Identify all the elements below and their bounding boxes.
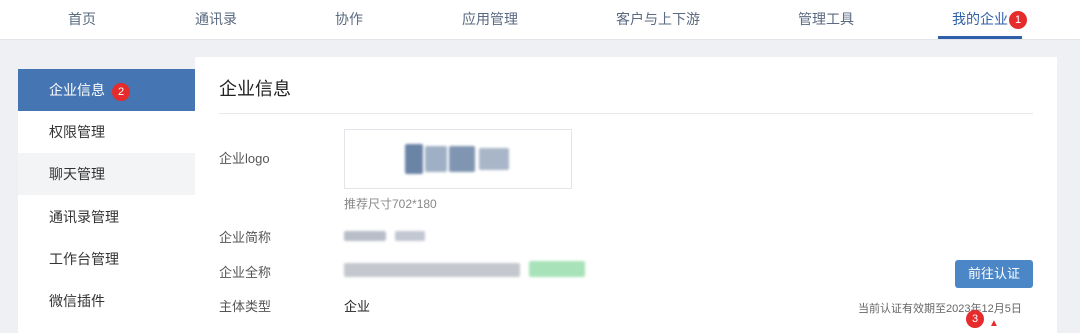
logo-image-blurred (405, 144, 423, 174)
sidebar-item-label: 企业信息 (49, 82, 105, 98)
sidebar-item-permissions[interactable]: 权限管理 (18, 111, 195, 153)
nav-item-management-tools[interactable]: 管理工具 (794, 0, 858, 40)
top-nav: 首页 通讯录 协作 应用管理 客户与上下游 管理工具 我的企业 1 (0, 0, 1080, 40)
full-name-label: 企业全称 (219, 265, 272, 280)
nav-item-my-enterprise[interactable]: 我的企业 (947, 0, 1013, 40)
verification-status-blurred (529, 261, 585, 277)
nav-item-contacts[interactable]: 通讯录 (188, 0, 244, 40)
sidebar-item-label: 通讯录管理 (49, 209, 119, 225)
sidebar-item-label: 微信插件 (49, 293, 105, 309)
short-name-value-blurred (395, 231, 425, 241)
logo-size-hint: 推荐尺寸702*180 (344, 197, 437, 211)
nav-item-app-management[interactable]: 应用管理 (459, 0, 521, 40)
logo-image-blurred (449, 146, 475, 172)
sidebar-item-chat-management[interactable]: 聊天管理 (18, 153, 195, 195)
short-name-label: 企业简称 (219, 230, 272, 245)
nav-item-home[interactable]: 首页 (62, 0, 102, 40)
sidebar-item-wechat-plugin[interactable]: 微信插件 (18, 280, 195, 322)
nav-item-customers-partners[interactable]: 客户与上下游 (612, 0, 704, 40)
expiry-annotation-badge: 3 (966, 310, 984, 328)
sidebar-annotation-badge: 2 (112, 83, 130, 101)
logo-image-blurred (479, 148, 509, 170)
enterprise-info-panel: 企业信息 企业logo 推荐尺寸702*180 企业简称 企业全称 前往认证 主… (195, 57, 1057, 333)
nav-item-collaboration[interactable]: 协作 (329, 0, 369, 40)
annotation-arrow-icon: ▲ (989, 318, 999, 329)
logo-upload-box[interactable] (344, 129, 572, 189)
verification-expiry-text: 当前认证有效期至2023年12月5日 (858, 303, 1022, 315)
go-verify-button[interactable]: 前往认证 (955, 260, 1033, 288)
title-divider (219, 113, 1033, 114)
short-name-value-blurred (344, 231, 386, 241)
sidebar-item-workbench-management[interactable]: 工作台管理 (18, 238, 195, 280)
sidebar-item-contacts-management[interactable]: 通讯录管理 (18, 196, 195, 238)
sidebar-item-label: 聊天管理 (49, 166, 105, 182)
nav-active-underline (938, 36, 1022, 39)
entity-type-value: 企业 (344, 299, 371, 314)
nav-annotation-badge: 1 (1009, 11, 1027, 29)
sidebar-item-enterprise-info[interactable]: 企业信息 (18, 69, 195, 111)
full-name-value-blurred (344, 263, 520, 277)
sidebar-item-label: 权限管理 (49, 124, 105, 140)
logo-label: 企业logo (219, 151, 270, 166)
entity-type-label: 主体类型 (219, 299, 272, 314)
sidebar-item-label: 工作台管理 (49, 251, 119, 267)
logo-image-blurred (425, 146, 447, 172)
sidebar: 企业信息 权限管理 聊天管理 通讯录管理 工作台管理 微信插件 2 (18, 69, 195, 333)
page-title: 企业信息 (219, 79, 291, 99)
